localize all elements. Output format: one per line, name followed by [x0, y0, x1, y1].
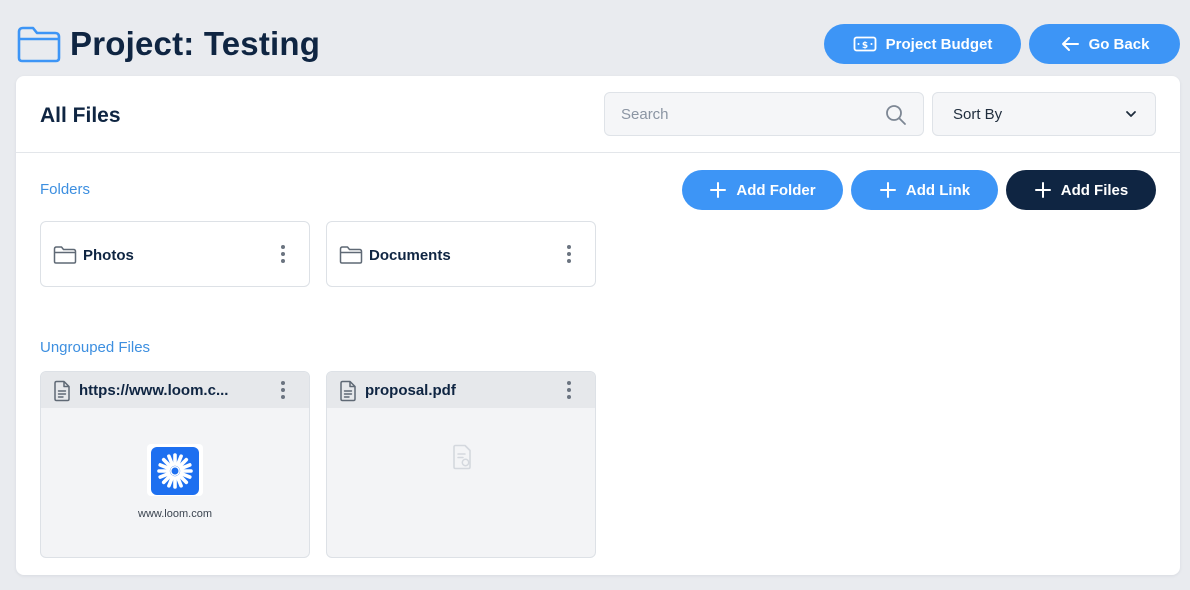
file-card-header: proposal.pdf — [327, 372, 595, 408]
search-icon[interactable] — [885, 104, 907, 126]
svg-text:$: $ — [862, 41, 868, 51]
file-card-loom-link[interactable]: https://www.loom.c... www.loom.com — [40, 371, 310, 558]
more-options-icon[interactable] — [278, 245, 288, 265]
panel-title: All Files — [40, 104, 121, 127]
folder-card-documents[interactable]: Documents — [326, 221, 596, 287]
page-header: Project: Testing $ Project Budget Go Bac… — [0, 0, 1190, 76]
folder-card-photos[interactable]: Photos — [40, 221, 310, 287]
file-name: proposal.pdf — [365, 382, 456, 399]
folders-section-label: Folders — [40, 181, 91, 198]
folder-icon — [53, 246, 77, 264]
go-back-label: Go Back — [1088, 35, 1150, 53]
add-folder-label: Add Folder — [736, 181, 816, 199]
file-card-header: https://www.loom.c... — [41, 372, 309, 408]
file-card-proposal-pdf[interactable]: proposal.pdf — [326, 371, 596, 558]
header-divider — [16, 152, 1180, 153]
arrow-left-icon — [1061, 37, 1079, 51]
add-link-label: Add Link — [905, 181, 971, 199]
add-files-button[interactable]: Add Files — [1006, 170, 1156, 210]
link-preview-domain: www.loom.com — [138, 508, 212, 520]
sort-selected-value: Sort By — [953, 106, 1003, 123]
link-preview-thumbnail — [147, 444, 203, 496]
file-name: https://www.loom.c... — [79, 382, 229, 399]
search-input[interactable]: Search — [604, 92, 924, 136]
files-panel: All Files Search Sort By Folders Add Fol… — [16, 76, 1180, 575]
loom-starburst-icon — [157, 453, 193, 489]
more-options-icon[interactable] — [564, 245, 574, 265]
project-budget-button[interactable]: $ Project Budget — [824, 24, 1021, 64]
folder-icon — [339, 246, 363, 264]
plus-icon — [879, 182, 896, 198]
file-placeholder-icon — [453, 444, 471, 470]
plus-icon — [1034, 182, 1051, 198]
plus-icon — [710, 182, 727, 198]
add-link-button[interactable]: Add Link — [851, 170, 998, 210]
chevron-down-icon — [1126, 111, 1136, 117]
ungrouped-files-section-label: Ungrouped Files — [40, 339, 151, 356]
more-options-icon[interactable] — [564, 381, 574, 401]
search-placeholder: Search — [621, 106, 669, 123]
project-budget-label: Project Budget — [885, 35, 993, 53]
document-icon — [340, 380, 356, 402]
sort-select[interactable]: Sort By — [932, 92, 1156, 136]
folder-icon — [17, 26, 61, 63]
add-files-label: Add Files — [1060, 181, 1129, 199]
loom-logo — [151, 447, 199, 495]
money-icon: $ — [853, 36, 877, 52]
more-options-icon[interactable] — [278, 381, 288, 401]
document-icon — [54, 380, 70, 402]
add-folder-button[interactable]: Add Folder — [682, 170, 843, 210]
go-back-button[interactable]: Go Back — [1029, 24, 1180, 64]
page-title: Project: Testing — [70, 25, 321, 62]
folder-name: Documents — [369, 247, 451, 264]
folder-name: Photos — [83, 247, 134, 264]
